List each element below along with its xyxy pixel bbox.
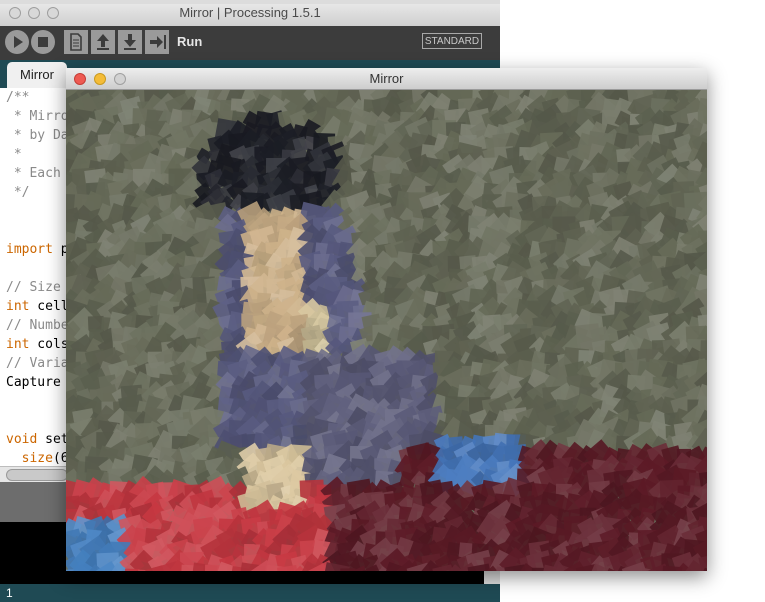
stop-icon	[38, 37, 48, 47]
code-line: * Each	[6, 166, 61, 181]
code-line: /**	[6, 90, 30, 105]
code-line: *	[6, 147, 22, 162]
ide-window-title: Mirror | Processing 1.5.1	[179, 5, 321, 20]
tab-mirror[interactable]: Mirror	[7, 62, 67, 88]
code-line: */	[6, 185, 30, 200]
ide-toolbar: Run STANDARD	[0, 26, 500, 60]
export-button[interactable]	[145, 30, 169, 54]
code-line: // Numbe	[6, 318, 69, 333]
code-line: // Varia	[6, 356, 69, 371]
code-line: int cols	[6, 337, 69, 352]
code-line: size(6	[21, 451, 69, 466]
play-icon	[14, 36, 23, 48]
new-file-icon	[70, 33, 82, 51]
code-line: // Size	[6, 280, 61, 295]
mode-button[interactable]: STANDARD	[422, 33, 482, 49]
run-button[interactable]	[5, 30, 29, 54]
menu-bar-slice	[0, 0, 500, 4]
scrollbar-thumb[interactable]	[6, 469, 68, 481]
save-button[interactable]	[118, 30, 142, 54]
mirror-sketch-window[interactable]: Mirror	[66, 68, 707, 571]
code-line: Capture	[6, 375, 61, 390]
mirror-window-title: Mirror	[369, 71, 404, 86]
run-label: Run	[177, 34, 203, 49]
open-icon	[97, 34, 109, 50]
mirror-titlebar[interactable]: Mirror	[66, 68, 707, 90]
stop-button[interactable]	[31, 30, 55, 54]
line-number: 1	[6, 586, 13, 600]
code-line: * Mirro	[6, 109, 69, 124]
export-icon	[150, 35, 166, 49]
code-line: int cell	[6, 299, 69, 314]
code-line: import p	[6, 242, 69, 257]
save-icon	[124, 34, 136, 50]
new-button[interactable]	[64, 30, 88, 54]
code-line: * by Da	[6, 128, 69, 143]
ide-titlebar[interactable]: Mirror | Processing 1.5.1	[0, 0, 500, 27]
open-button[interactable]	[91, 30, 115, 54]
ide-footer: 1	[0, 584, 500, 602]
sketch-canvas[interactable]	[66, 90, 707, 571]
code-line: void set	[6, 432, 69, 447]
